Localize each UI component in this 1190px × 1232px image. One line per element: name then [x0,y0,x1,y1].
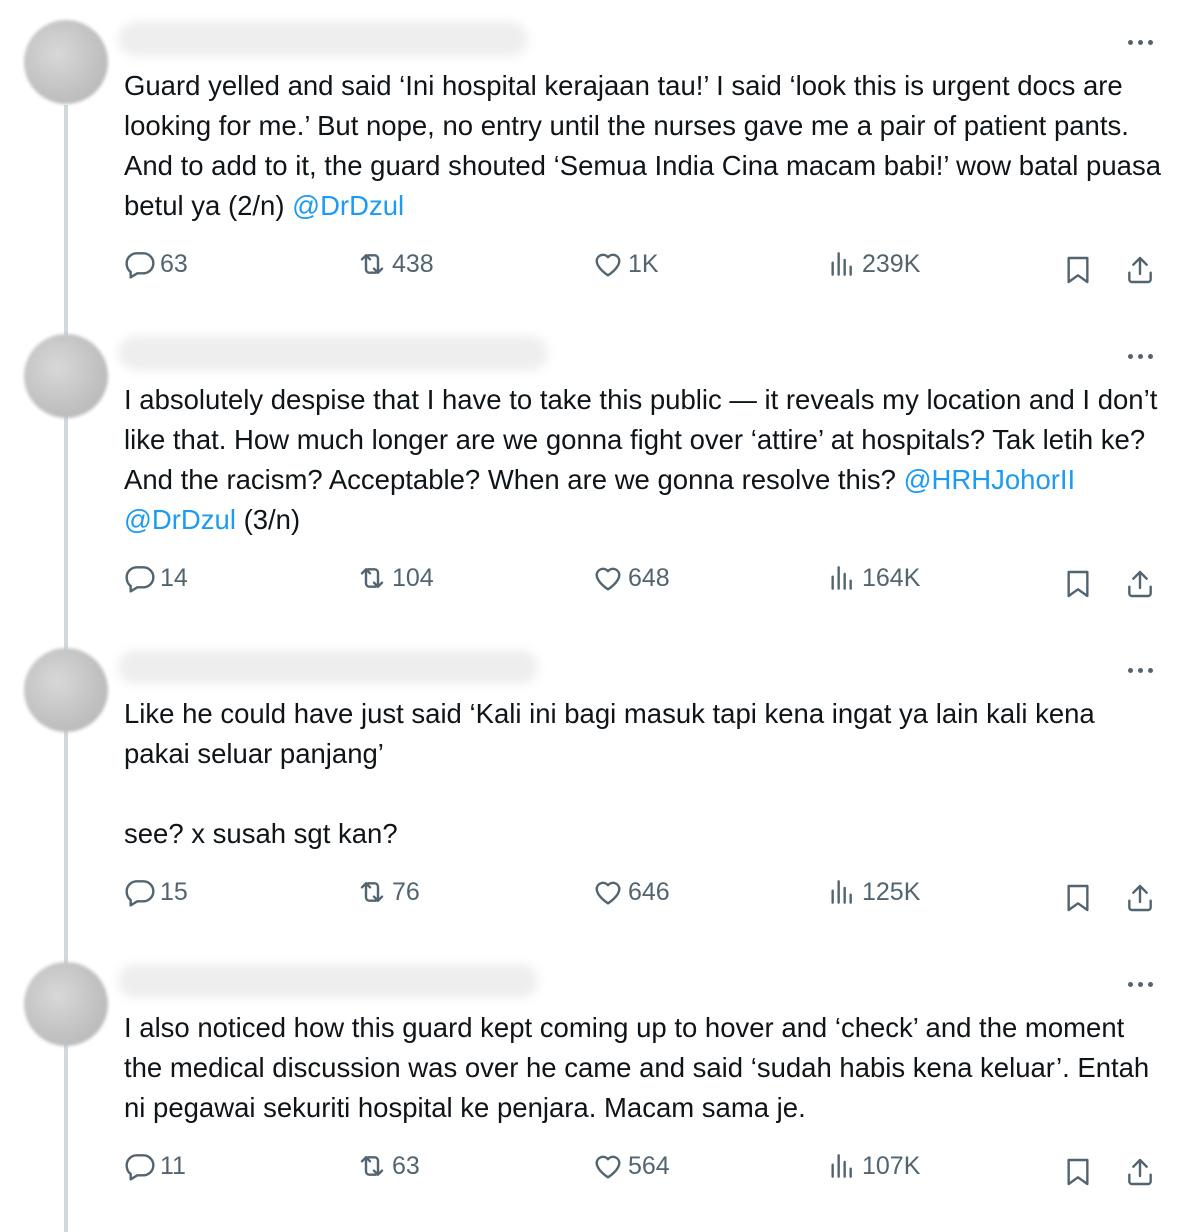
author-name-blurred[interactable] [118,336,548,370]
bookmark-icon [1067,884,1089,912]
repost-button[interactable]: 438 [356,248,434,280]
reply-count: 14 [160,563,188,592]
views-button[interactable]: 164K [826,562,920,594]
like-button[interactable]: 648 [592,562,670,594]
tweet-text: see? x susah sgt kan? [124,814,1164,854]
avatar[interactable] [24,334,108,418]
tweet-text: Guard yelled and said ‘Ini hospital kera… [124,66,1164,226]
more-icon [1127,981,1133,987]
like-icon [595,253,621,277]
share-icon [1128,1158,1152,1186]
more-button[interactable] [1122,660,1158,680]
like-count: 646 [628,877,670,906]
reply-icon [125,1154,155,1181]
action-bar: 11 63 564 107K [0,1150,1190,1194]
repost-icon [360,882,384,902]
like-icon [595,1155,621,1179]
more-icon [1127,667,1133,673]
action-bar: 14 104 648 164K [0,562,1190,606]
views-count: 164K [862,563,921,592]
share-icon [1128,256,1152,284]
like-count: 648 [628,563,670,592]
like-button[interactable]: 564 [592,1150,670,1182]
reply-icon [125,880,155,907]
tweet-text-part: (3/n) [235,504,301,535]
repost-icon [360,254,384,274]
tweet-text: I absolutely despise that I have to take… [124,380,1164,540]
bookmark-button[interactable] [1062,1156,1094,1193]
more-icon [1127,353,1133,359]
share-button[interactable] [1124,254,1156,291]
like-icon [595,567,621,591]
action-bar: 63 438 1K 239K [0,248,1190,292]
more-icon [1127,39,1133,45]
repost-button[interactable]: 63 [356,1150,420,1182]
views-button[interactable]: 125K [826,876,920,908]
like-count: 1K [628,249,659,278]
mention-link[interactable]: @DrDzul [124,504,236,535]
views-icon [831,566,852,590]
tweet-text-part: see? x susah sgt kan? [124,818,398,849]
more-button[interactable] [1122,346,1158,366]
tweet-text-part: Guard yelled and said ‘Ini hospital kera… [124,70,1169,221]
bookmark-button[interactable] [1062,568,1094,605]
reply-button[interactable]: 11 [124,1150,186,1182]
views-icon [831,1154,852,1178]
repost-icon [360,568,384,588]
repost-icon [360,1156,384,1176]
reply-icon [125,566,155,593]
repost-count: 76 [392,877,420,906]
tweet-text-part: Like he could have just said ‘Kali ini b… [124,698,1103,769]
author-name-blurred[interactable] [118,22,528,56]
bookmark-icon [1067,570,1089,598]
share-icon [1128,884,1152,912]
avatar[interactable] [24,20,108,104]
repost-count: 63 [392,1151,420,1180]
reply-count: 11 [160,1151,186,1180]
like-button[interactable]: 1K [592,248,659,280]
share-button[interactable] [1124,1156,1156,1193]
views-icon [831,880,852,904]
views-count: 107K [862,1151,921,1180]
reply-count: 63 [160,249,188,278]
views-button[interactable]: 239K [826,248,920,280]
avatar[interactable] [24,648,108,732]
views-icon [831,252,852,276]
like-button[interactable]: 646 [592,876,670,908]
repost-count: 438 [392,249,434,278]
repost-count: 104 [392,563,434,592]
views-count: 125K [862,877,921,906]
repost-button[interactable]: 104 [356,562,434,594]
reply-button[interactable]: 15 [124,876,188,908]
like-icon [595,881,621,905]
more-button[interactable] [1122,32,1158,52]
author-name-blurred[interactable] [118,964,538,998]
share-icon [1128,570,1152,598]
views-button[interactable]: 107K [826,1150,920,1182]
mention-link[interactable]: @DrDzul [292,190,404,221]
reply-button[interactable]: 14 [124,562,188,594]
more-button[interactable] [1122,974,1158,994]
bookmark-button[interactable] [1062,882,1094,919]
reply-icon [125,252,155,279]
repost-button[interactable]: 76 [356,876,420,908]
author-name-blurred[interactable] [118,650,538,684]
bookmark-icon [1067,1158,1089,1186]
tweet-text-part: I also noticed how this guard kept comin… [124,1012,1157,1123]
tweet-text: I also noticed how this guard kept comin… [124,1008,1164,1128]
share-button[interactable] [1124,568,1156,605]
share-button[interactable] [1124,882,1156,919]
views-count: 239K [862,249,921,278]
mention-link[interactable]: @HRHJohorII [904,464,1076,495]
tweet-text: Like he could have just said ‘Kali ini b… [124,694,1164,774]
action-bar: 15 76 646 125K [0,876,1190,920]
bookmark-icon [1067,256,1089,284]
reply-count: 15 [160,877,188,906]
bookmark-button[interactable] [1062,254,1094,291]
avatar[interactable] [24,962,108,1046]
reply-button[interactable]: 63 [124,248,188,280]
like-count: 564 [628,1151,670,1180]
